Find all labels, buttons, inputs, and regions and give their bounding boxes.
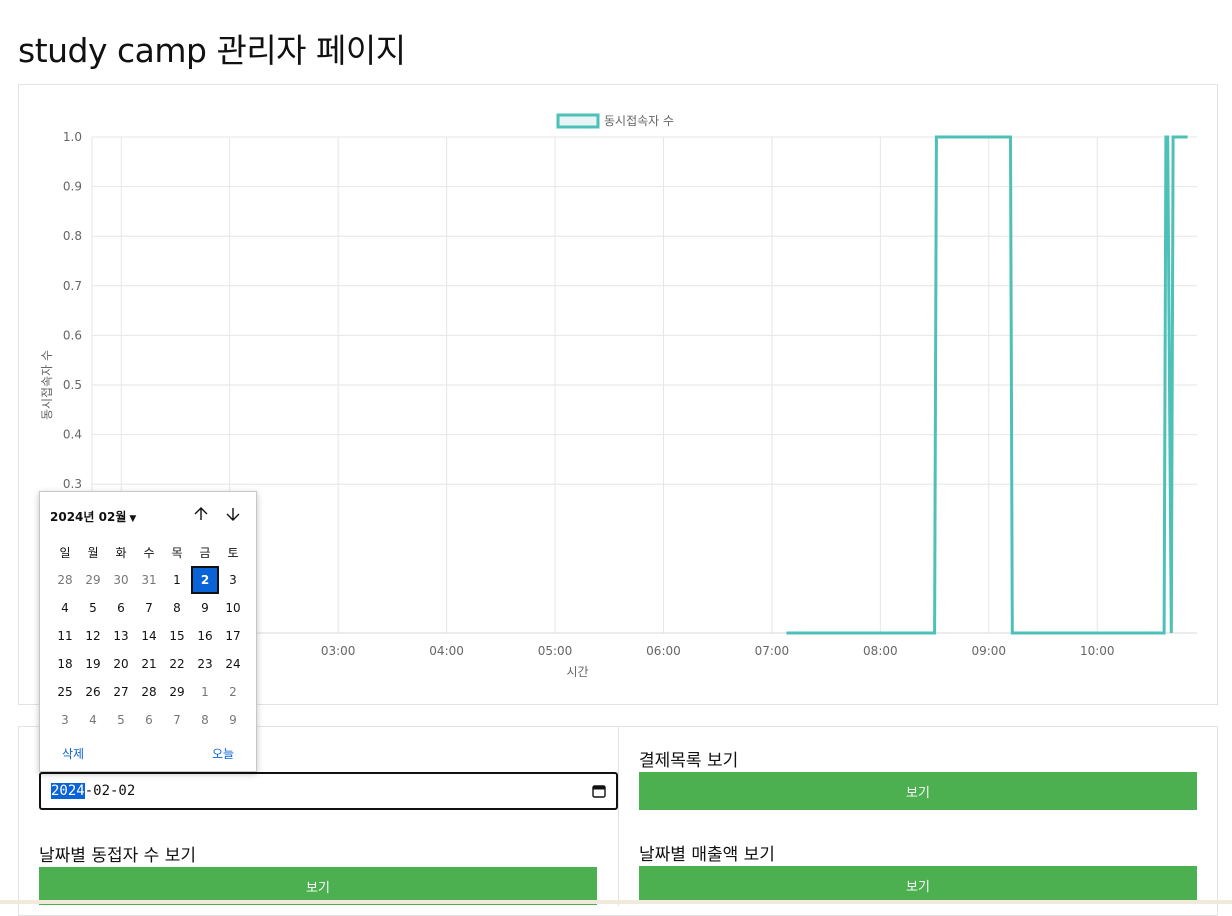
weekday-header: 금 xyxy=(199,545,211,560)
calendar-day[interactable]: 20 xyxy=(107,650,135,678)
y-tick-label: 0.7 xyxy=(63,279,82,293)
calendar-icon[interactable] xyxy=(592,784,606,798)
payment-list-label: 결제목록 보기 xyxy=(639,751,739,771)
calendar-day[interactable]: 8 xyxy=(191,706,219,734)
calendar-day[interactable]: 31 xyxy=(135,566,163,594)
calendar-day[interactable]: 24 xyxy=(219,650,247,678)
calendar-day[interactable]: 30 xyxy=(107,566,135,594)
calendar-day[interactable]: 1 xyxy=(191,678,219,706)
calendar-day[interactable]: 11 xyxy=(51,622,79,650)
calendar-grid: 일 월 화 수 목 금 토 28 29 30 31 1 2 3 4 5 6 7 8 9 10 11 12 13 14 15 16 17… xyxy=(51,538,247,734)
calendar-day[interactable]: 3 xyxy=(51,706,79,734)
calendar-day[interactable]: 19 xyxy=(79,650,107,678)
calendar-day[interactable]: 17 xyxy=(219,622,247,650)
arrow-up-icon[interactable] xyxy=(191,504,211,524)
calendar-day[interactable]: 9 xyxy=(191,594,219,622)
x-tick-label: 04:00 xyxy=(429,644,464,658)
x-tick-label: 07:00 xyxy=(755,644,790,658)
calendar-day[interactable]: 4 xyxy=(51,594,79,622)
today-link[interactable]: 오늘 xyxy=(212,745,234,762)
calendar-day[interactable]: 23 xyxy=(191,650,219,678)
weekday-header: 목 xyxy=(171,545,183,560)
y-tick-label: 0.3 xyxy=(63,477,82,491)
date-input-month-day[interactable]: -02-02 xyxy=(85,783,136,799)
calendar-day[interactable]: 2 xyxy=(219,678,247,706)
month-year-label: 2024년 02월 xyxy=(50,510,127,524)
calendar-day[interactable]: 7 xyxy=(135,594,163,622)
calendar-day[interactable]: 13 xyxy=(107,622,135,650)
calendar-day[interactable]: 5 xyxy=(79,594,107,622)
weekday-header: 토 xyxy=(227,545,239,560)
calendar-day[interactable]: 28 xyxy=(51,566,79,594)
x-tick-label: 09:00 xyxy=(971,644,1006,658)
calendar-day[interactable]: 9 xyxy=(219,706,247,734)
arrow-down-icon[interactable] xyxy=(223,504,243,524)
daily-users-label: 날짜별 동접자 수 보기 xyxy=(39,846,196,866)
weekday-header: 월 xyxy=(87,545,99,560)
calendar-day[interactable]: 6 xyxy=(135,706,163,734)
calendar-day[interactable]: 28 xyxy=(135,678,163,706)
y-tick-label: 0.9 xyxy=(63,180,82,194)
calendar-day[interactable]: 7 xyxy=(163,706,191,734)
y-axis-title: 동시접속자 수 xyxy=(40,350,54,420)
legend-swatch xyxy=(556,113,600,129)
calendar-day[interactable]: 18 xyxy=(51,650,79,678)
y-tick-label: 0.6 xyxy=(63,328,82,342)
calendar-day[interactable]: 14 xyxy=(135,622,163,650)
calendar-day[interactable]: 12 xyxy=(79,622,107,650)
daily-sales-label: 날짜별 매출액 보기 xyxy=(639,845,775,865)
x-tick-label: 05:00 xyxy=(538,644,573,658)
calendar-day[interactable]: 21 xyxy=(135,650,163,678)
calendar-day[interactable]: 1 xyxy=(163,566,191,594)
calendar-day[interactable]: 5 xyxy=(107,706,135,734)
y-tick-label: 1.0 xyxy=(63,130,82,144)
weekday-header: 일 xyxy=(59,545,71,560)
x-tick-label: 10:00 xyxy=(1080,644,1115,658)
weekday-header: 수 xyxy=(143,545,155,560)
calendar-day[interactable]: 2 xyxy=(191,566,219,594)
page-title: study camp 관리자 페이지 xyxy=(18,31,406,70)
x-tick-label: 08:00 xyxy=(863,644,898,658)
date-input-year[interactable]: 2024 xyxy=(51,783,85,799)
calendar-day[interactable]: 16 xyxy=(191,622,219,650)
clear-date-link[interactable]: 삭제 xyxy=(62,745,84,762)
calendar-day[interactable]: 6 xyxy=(107,594,135,622)
calendar-day[interactable]: 25 xyxy=(51,678,79,706)
column-divider xyxy=(618,726,619,906)
bottom-strip xyxy=(0,900,1232,904)
date-input[interactable]: 2024 -02-02 xyxy=(39,772,618,810)
x-tick-label: 03:00 xyxy=(321,644,356,658)
calendar-day[interactable]: 15 xyxy=(163,622,191,650)
calendar-day[interactable]: 27 xyxy=(107,678,135,706)
calendar-day[interactable]: 29 xyxy=(163,678,191,706)
y-tick-label: 0.8 xyxy=(63,229,82,243)
calendar-day[interactable]: 4 xyxy=(79,706,107,734)
legend-label: 동시접속자 수 xyxy=(604,114,674,128)
date-picker-popup: 2024년 02월 ▼ 일 월 화 수 목 금 토 28 29 30 31 1 2 3 4 5 6 7 8 9 10 11 1… xyxy=(39,491,257,772)
calendar-day[interactable]: 29 xyxy=(79,566,107,594)
calendar-day[interactable]: 3 xyxy=(219,566,247,594)
payment-list-view-button[interactable]: 보기 xyxy=(639,772,1197,810)
y-tick-label: 0.4 xyxy=(63,428,82,442)
calendar-day[interactable]: 10 xyxy=(219,594,247,622)
dropdown-caret-icon: ▼ xyxy=(129,514,137,524)
calendar-day[interactable]: 8 xyxy=(163,594,191,622)
x-tick-label: 06:00 xyxy=(646,644,681,658)
daily-sales-view-button[interactable]: 보기 xyxy=(639,866,1197,904)
month-year-selector[interactable]: 2024년 02월 ▼ xyxy=(50,508,136,525)
weekday-header: 화 xyxy=(115,545,127,560)
x-axis-title: 시간 xyxy=(566,665,588,679)
calendar-day[interactable]: 26 xyxy=(79,678,107,706)
y-tick-label: 0.5 xyxy=(63,378,82,392)
calendar-day[interactable]: 22 xyxy=(163,650,191,678)
